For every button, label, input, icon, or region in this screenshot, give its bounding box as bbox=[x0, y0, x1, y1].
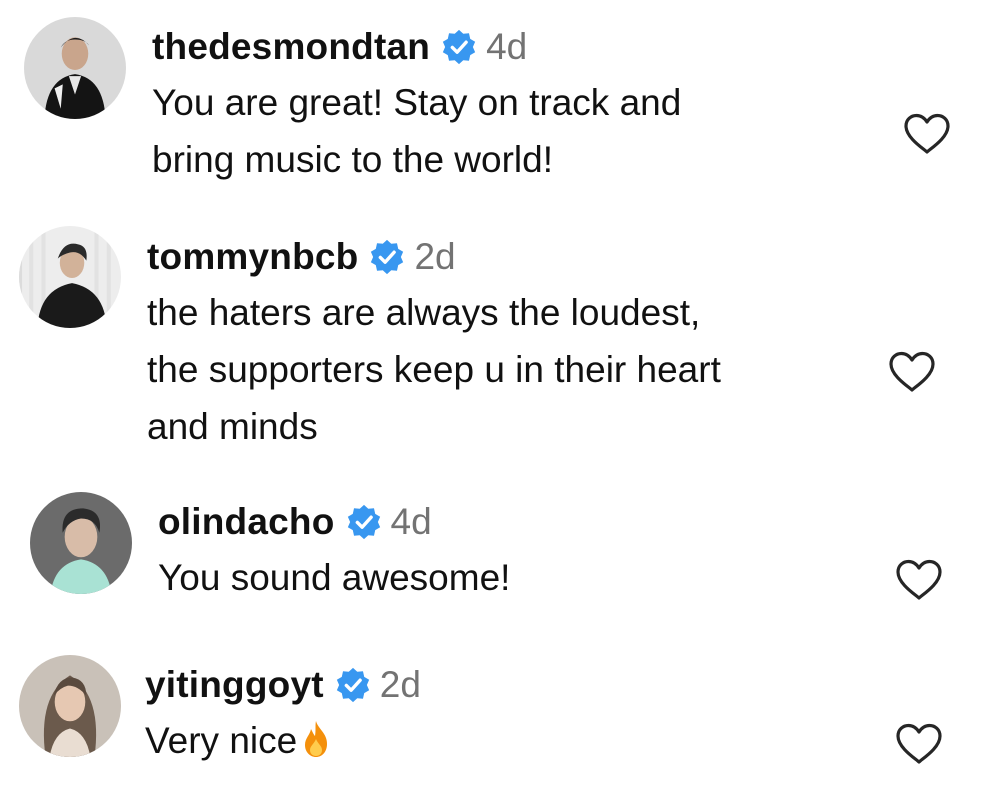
verified-badge-icon bbox=[440, 28, 478, 66]
username[interactable]: yitinggoyt bbox=[145, 664, 324, 706]
username[interactable]: thedesmondtan bbox=[152, 26, 430, 68]
comment-line: and minds bbox=[147, 406, 318, 447]
heart-outline-icon[interactable] bbox=[902, 112, 952, 156]
fire-emoji-icon bbox=[301, 719, 331, 759]
comment-text: You sound awesome! bbox=[158, 549, 510, 606]
verified-badge-icon bbox=[368, 238, 406, 276]
comment-line: You are great! Stay on track and bbox=[152, 82, 682, 123]
timestamp: 2d bbox=[414, 236, 456, 277]
username[interactable]: tommynbcb bbox=[147, 236, 358, 278]
comment-text: You are great! Stay on track and bring m… bbox=[152, 74, 681, 188]
verified-badge-icon bbox=[334, 666, 372, 704]
avatar[interactable] bbox=[19, 226, 121, 328]
timestamp: 2d bbox=[379, 664, 421, 705]
comment-line: You sound awesome! bbox=[158, 557, 511, 598]
comment-line: the supporters keep u in their heart bbox=[147, 349, 721, 390]
username[interactable]: olindacho bbox=[158, 501, 335, 543]
avatar[interactable] bbox=[24, 17, 126, 119]
avatar[interactable] bbox=[30, 492, 132, 594]
comment-line: Very nice bbox=[145, 712, 421, 769]
comment-line: the haters are always the loudest, bbox=[147, 292, 701, 333]
comment-text: the haters are always the loudest, the s… bbox=[147, 284, 721, 455]
heart-outline-icon[interactable] bbox=[894, 558, 944, 602]
heart-outline-icon[interactable] bbox=[887, 350, 937, 394]
comment-text: Very nice bbox=[145, 712, 421, 769]
timestamp: 4d bbox=[486, 26, 528, 67]
verified-badge-icon bbox=[345, 503, 383, 541]
avatar[interactable] bbox=[19, 655, 121, 757]
timestamp: 4d bbox=[390, 501, 432, 542]
comment-line-text: Very nice bbox=[145, 720, 298, 761]
heart-outline-icon[interactable] bbox=[894, 722, 944, 766]
comment-line: bring music to the world! bbox=[152, 139, 554, 180]
